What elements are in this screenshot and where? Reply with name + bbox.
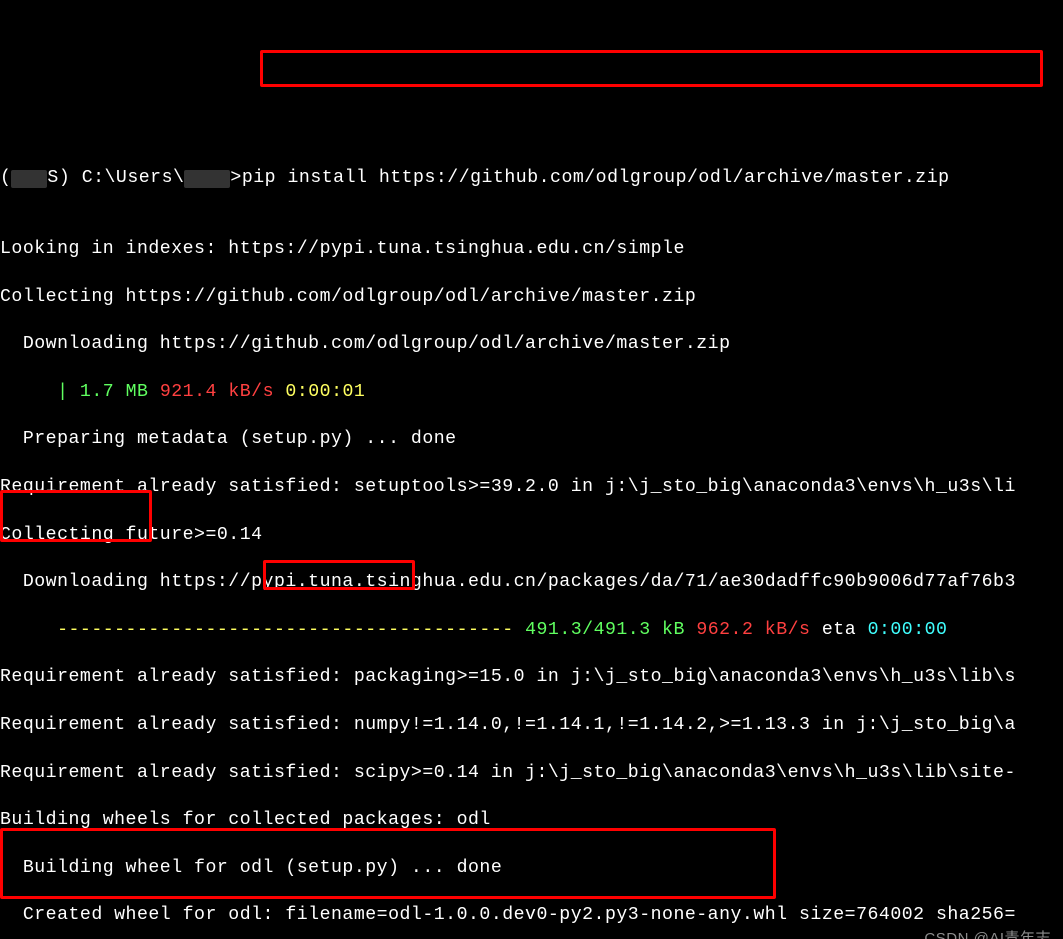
eta-label: eta	[822, 620, 856, 640]
output-line: Collecting future>=0.14	[0, 524, 1063, 548]
censored-env	[11, 170, 47, 188]
download-time: 0:00:00	[868, 620, 948, 640]
output-line: Collecting https://github.com/odlgroup/o…	[0, 286, 1063, 310]
output-line: Building wheel for odl (setup.py) ... do…	[0, 857, 1063, 881]
terminal-window[interactable]: { "env": "", "prompt_path": "C:\\Users\\…	[0, 48, 1063, 939]
output-line: Building wheels for collected packages: …	[0, 809, 1063, 833]
cwd: C:\Users\	[82, 168, 185, 188]
download-speed: 921.4 kB/s	[160, 382, 274, 402]
output-line: Requirement already satisfied: scipy>=0.…	[0, 762, 1063, 786]
output-line: Downloading https://pypi.tuna.tsinghua.e…	[0, 571, 1063, 595]
download-progress-2: ----------------------------------------…	[0, 619, 1063, 643]
download-time: 0:00:01	[285, 382, 365, 402]
output-line: Downloading https://github.com/odlgroup/…	[0, 333, 1063, 357]
prompt-line-1: (S) C:\Users\>pip install https://github…	[0, 167, 1063, 191]
output-line: Requirement already satisfied: numpy!=1.…	[0, 714, 1063, 738]
output-line: Preparing metadata (setup.py) ... done	[0, 428, 1063, 452]
prompt-char: >	[230, 168, 241, 188]
download-progress-1: | 1.7 MB 921.4 kB/s 0:00:01	[0, 381, 1063, 405]
output-line: Requirement already satisfied: setuptool…	[0, 476, 1063, 500]
watermark: CSDN @AI青年志	[924, 927, 1051, 939]
censored-user	[184, 170, 230, 188]
download-size: 491.3/491.3 kB	[525, 620, 685, 640]
highlight-pip-install	[260, 50, 1043, 87]
env-suffix: S	[47, 168, 58, 188]
download-speed: 962.2 kB/s	[696, 620, 810, 640]
download-size: 1.7 MB	[80, 382, 149, 402]
output-line: Created wheel for odl: filename=odl-1.0.…	[0, 904, 1063, 928]
output-line: Looking in indexes: https://pypi.tuna.ts…	[0, 238, 1063, 262]
pip-install-command: pip install https://github.com/odlgroup/…	[242, 168, 950, 188]
progress-bar: ----------------------------------------	[0, 620, 514, 640]
output-line: Requirement already satisfied: packaging…	[0, 666, 1063, 690]
